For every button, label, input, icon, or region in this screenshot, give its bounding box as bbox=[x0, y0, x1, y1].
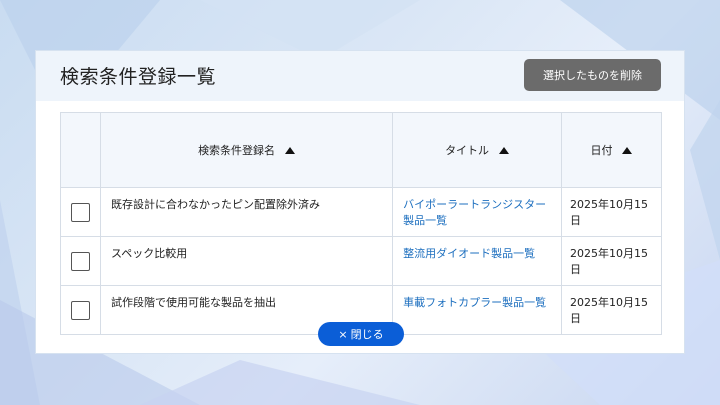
title-link[interactable]: バイポーラートランジスター製品一覧 bbox=[403, 198, 546, 227]
close-icon: × bbox=[338, 327, 348, 341]
title-cell: 整流用ダイオード製品一覧 bbox=[392, 236, 562, 286]
table-row: スペック比較用 整流用ダイオード製品一覧 2025年10月15日 bbox=[60, 236, 663, 286]
table-header-row: 検索条件登録名 タイトル 日付 bbox=[60, 112, 663, 188]
sort-ascending-icon[interactable] bbox=[499, 146, 510, 154]
sort-ascending-icon[interactable] bbox=[622, 146, 633, 154]
row-checkbox[interactable] bbox=[70, 300, 90, 320]
title-link[interactable]: 整流用ダイオード製品一覧 bbox=[403, 247, 535, 260]
select-cell bbox=[60, 236, 101, 286]
sort-ascending-icon[interactable] bbox=[285, 146, 296, 154]
column-header-title[interactable]: タイトル bbox=[392, 112, 562, 188]
search-name-cell: スペック比較用 bbox=[99, 236, 394, 286]
row-checkbox[interactable] bbox=[70, 202, 90, 222]
select-cell bbox=[60, 285, 101, 335]
dialog-title: 検索条件登録一覧 bbox=[60, 66, 217, 88]
row-checkbox[interactable] bbox=[70, 251, 90, 271]
saved-searches-table: 検索条件登録名 タイトル 日付 既存設計に合わなかったピン配置除外済み バイポー… bbox=[60, 112, 663, 335]
select-column-header bbox=[60, 112, 101, 188]
column-header-label: 日付 bbox=[590, 144, 613, 157]
date-cell: 2025年10月15日 bbox=[560, 187, 663, 237]
title-cell: バイポーラートランジスター製品一覧 bbox=[392, 187, 562, 237]
select-cell bbox=[60, 187, 101, 237]
date-cell: 2025年10月15日 bbox=[560, 236, 663, 286]
dialog-header: 検索条件登録一覧 選択したものを削除 bbox=[36, 51, 684, 101]
table-row: 既存設計に合わなかったピン配置除外済み バイポーラートランジスター製品一覧 20… bbox=[60, 187, 663, 237]
title-cell: 車載フォトカプラー製品一覧 bbox=[392, 285, 562, 335]
delete-selected-button[interactable]: 選択したものを削除 bbox=[524, 59, 661, 91]
date-cell: 2025年10月15日 bbox=[560, 285, 663, 335]
title-link[interactable]: 車載フォトカプラー製品一覧 bbox=[403, 296, 546, 309]
close-button[interactable]: × 閉じる bbox=[318, 322, 404, 346]
close-label: 閉じる bbox=[350, 328, 384, 341]
column-header-date[interactable]: 日付 bbox=[560, 112, 663, 188]
column-header-label: 検索条件登録名 bbox=[198, 144, 276, 157]
search-name-cell: 既存設計に合わなかったピン配置除外済み bbox=[99, 187, 394, 237]
column-header-label: タイトル bbox=[445, 144, 490, 157]
saved-searches-dialog: 検索条件登録一覧 選択したものを削除 検索条件登録名 タイトル 日付 既存設計に… bbox=[35, 50, 685, 354]
column-header-name[interactable]: 検索条件登録名 bbox=[99, 112, 394, 188]
